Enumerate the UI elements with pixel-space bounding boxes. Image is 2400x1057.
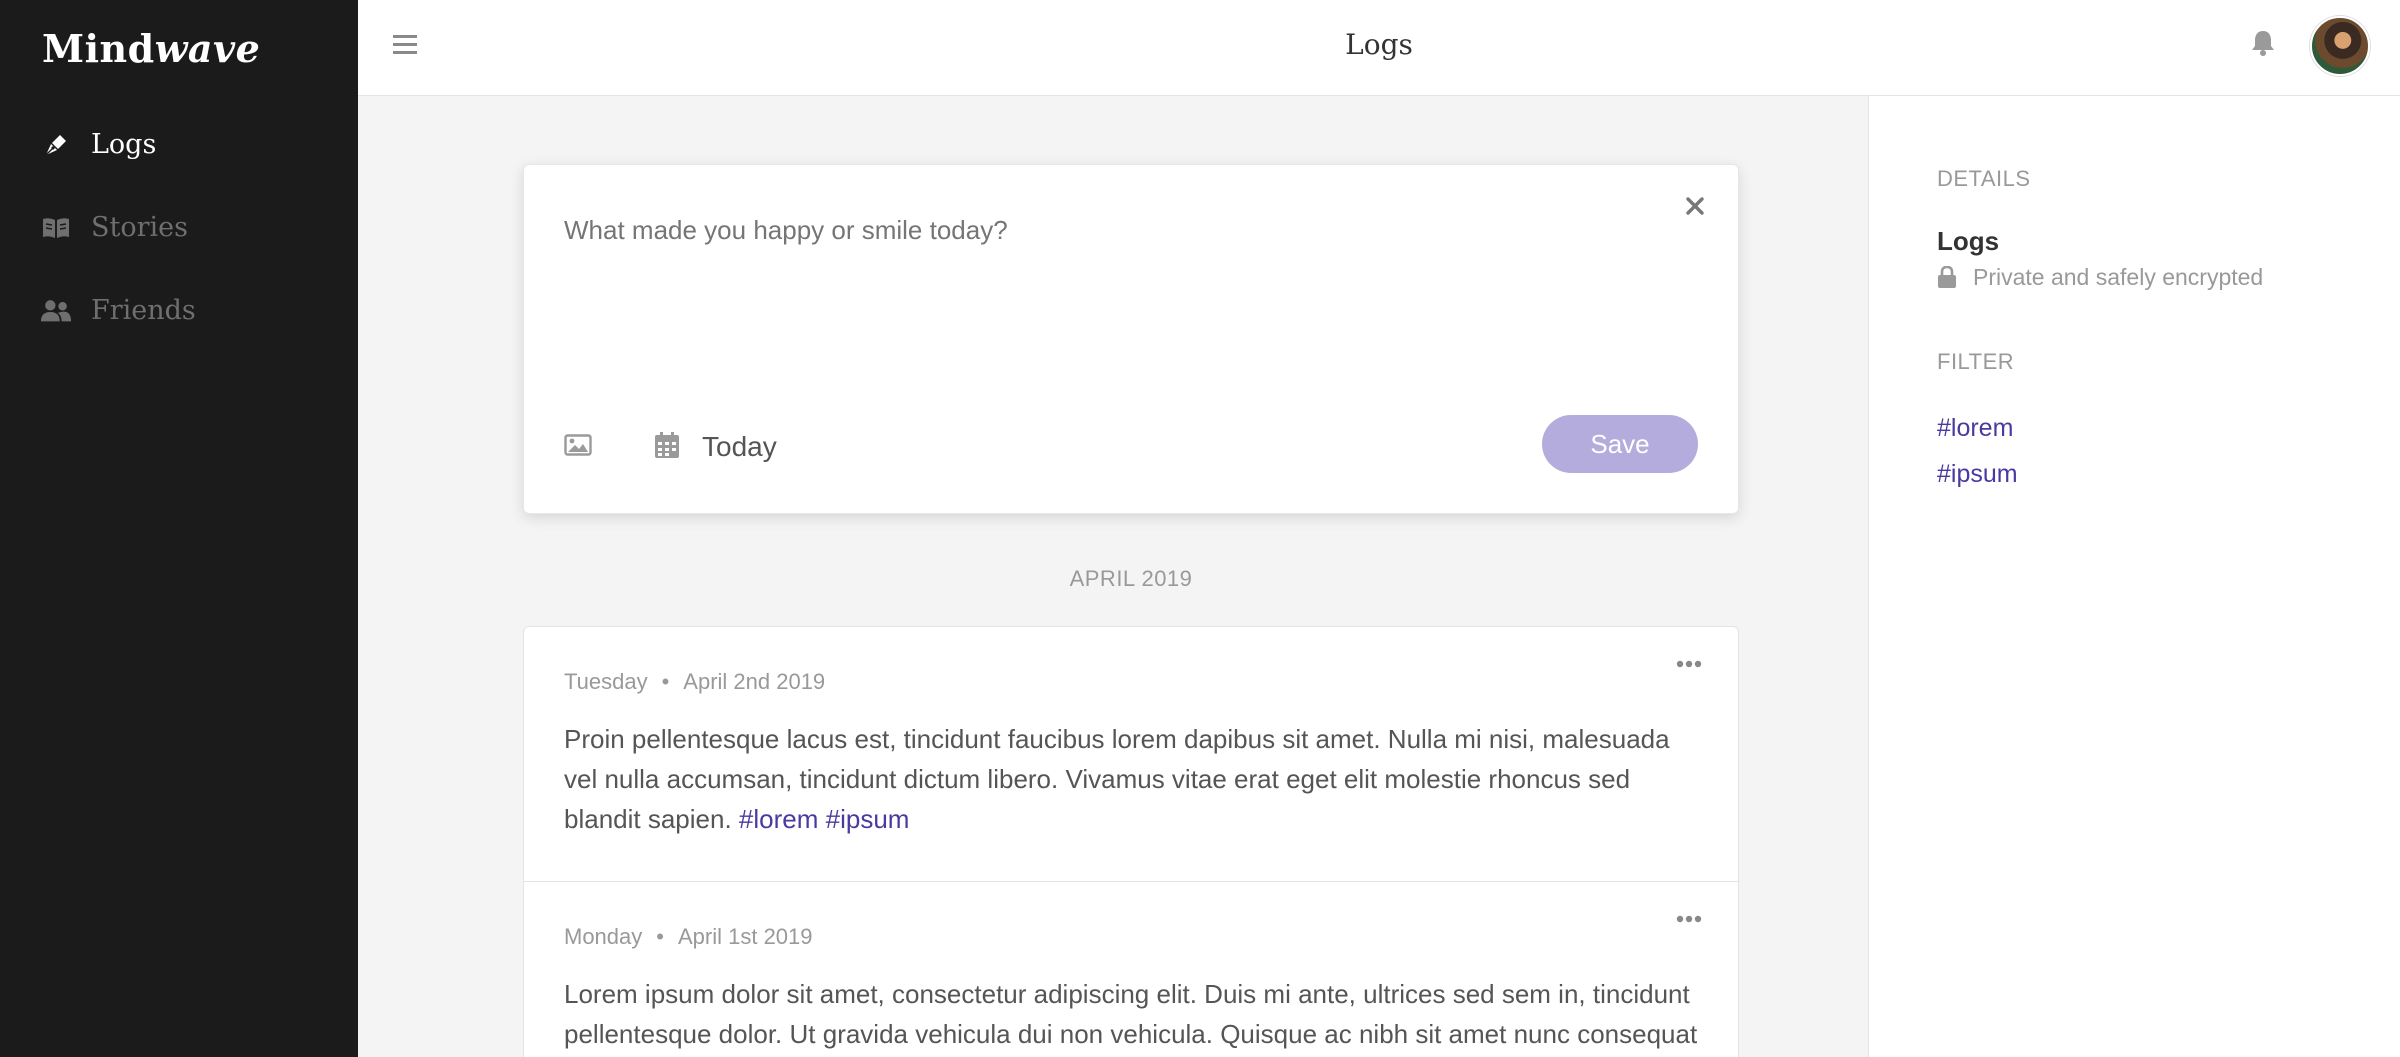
entry-day: Monday [564, 924, 643, 949]
calendar-icon[interactable] [654, 431, 680, 459]
sidebar-item-stories[interactable]: Stories [0, 198, 358, 258]
filter-tag-ipsum[interactable]: #ipsum [1937, 460, 2018, 489]
pen-nib-icon [40, 131, 72, 159]
sidebar-item-label: Friends [91, 295, 196, 326]
users-icon [40, 297, 72, 325]
details-subtitle: Private and safely encrypted [1973, 264, 2264, 290]
more-options-icon[interactable] [1676, 912, 1702, 924]
entry-date: April 2nd 2019 [683, 669, 826, 694]
filter-tag-lorem[interactable]: #lorem [1937, 414, 2013, 443]
page-title: Logs [1345, 28, 1413, 61]
separator-dot: • [656, 924, 664, 949]
sidebar-item-label: Stories [91, 212, 188, 243]
entry-text: Proin pellentesque lacus est, tincidunt … [564, 719, 1704, 839]
lock-icon [1937, 265, 1957, 288]
sidebar-item-label: Logs [91, 129, 157, 160]
more-options-icon[interactable] [1676, 657, 1702, 669]
log-entry-input[interactable] [564, 215, 1664, 246]
top-header: Logs [358, 0, 2400, 96]
log-entry: Tuesday • April 2nd 2019 Proin pellentesqu… [523, 626, 1739, 882]
log-entry: Monday • April 1st 2019 Lorem ipsum dolor … [523, 881, 1739, 1057]
log-composer: Today Save [523, 164, 1739, 514]
entry-text: Lorem ipsum dolor sit amet, consectetur … [564, 974, 1704, 1054]
book-icon [40, 214, 72, 242]
filter-section-label: FILTER [1937, 349, 2015, 374]
details-section-label: DETAILS [1937, 166, 2031, 191]
date-picker-label[interactable]: Today [702, 431, 777, 463]
notification-bell-icon[interactable] [2250, 28, 2276, 58]
details-title: Logs [1937, 226, 2000, 256]
month-header: APRIL 2019 [1069, 566, 1193, 591]
entry-date: April 1st 2019 [677, 924, 813, 949]
sidebar-item-logs[interactable]: Logs [0, 115, 358, 175]
entry-body: Lorem ipsum dolor sit amet, consectetur … [564, 979, 1698, 1049]
sidebar-item-friends[interactable]: Friends [0, 281, 358, 341]
details-panel: DETAILS Logs Private and safely encrypte… [1868, 96, 2400, 1057]
entry-meta: Tuesday • April 2nd 2019 [564, 669, 825, 695]
entry-body: Proin pellentesque lacus est, tincidunt … [564, 724, 1670, 834]
close-icon[interactable] [1684, 195, 1706, 217]
entry-tag-ipsum[interactable]: #ipsum [826, 804, 910, 834]
save-button[interactable]: Save [1542, 415, 1698, 473]
main-content: Today Save APRIL 2019 Tuesday • April 2nd … [358, 96, 1868, 1057]
brand-logo[interactable]: Mindwave [42, 26, 260, 71]
entry-meta: Monday • April 1st 2019 [564, 924, 813, 950]
sidebar: Mindwave Logs Stories Friends [0, 0, 358, 1057]
user-avatar[interactable] [2310, 16, 2370, 76]
image-icon[interactable] [564, 433, 592, 457]
entry-tag-lorem[interactable]: #lorem [739, 804, 818, 834]
entry-day: Tuesday [564, 669, 648, 694]
separator-dot: • [661, 669, 670, 694]
